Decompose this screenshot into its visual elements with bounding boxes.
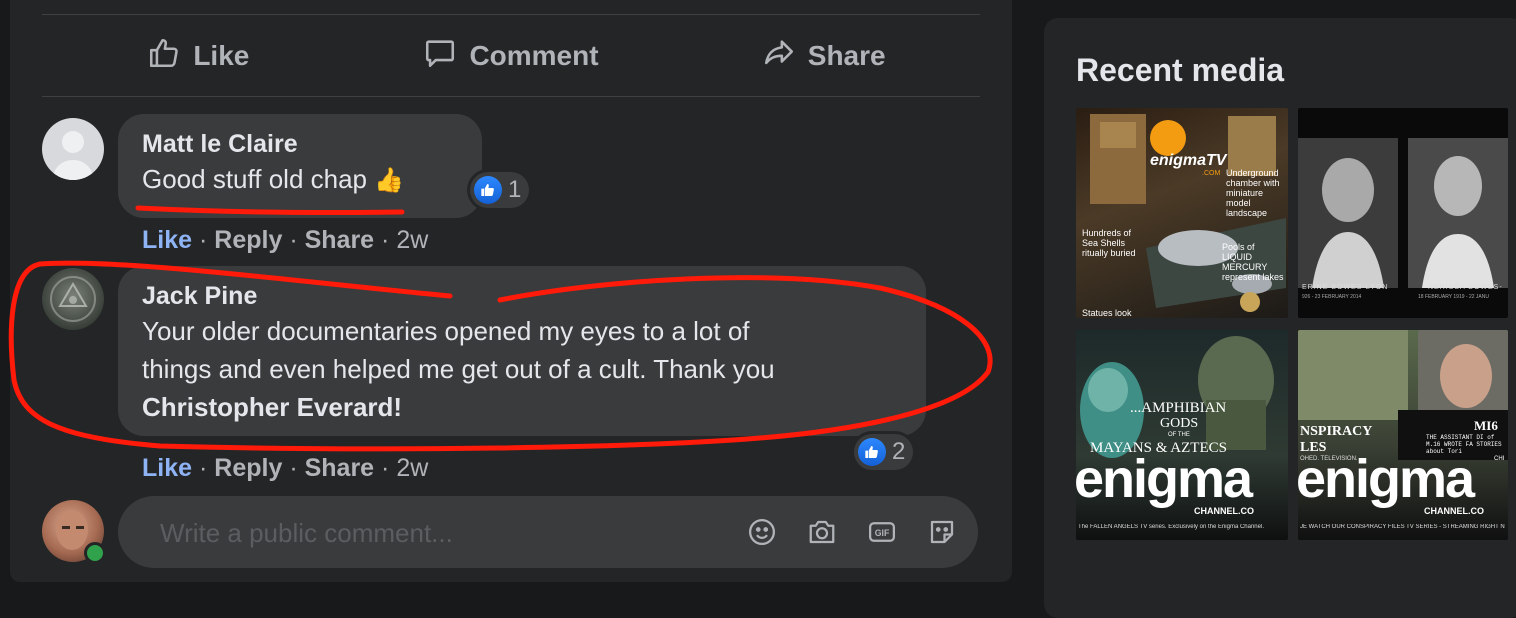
thumbnail-logo: enigmaTV xyxy=(1150,152,1227,169)
reaction-count: 2 xyxy=(892,438,906,465)
comment-bubble: Jack Pine Your older documentaries opene… xyxy=(118,266,926,436)
media-thumbnail[interactable]: enigmaTV .COM Underground chamber with m… xyxy=(1076,108,1288,318)
comment-reply-link[interactable]: Reply xyxy=(214,454,282,482)
emblem-icon xyxy=(50,276,96,322)
comment-share-link[interactable]: Share xyxy=(305,226,374,254)
camera-icon[interactable] xyxy=(804,514,840,550)
commenter-avatar-emblem[interactable] xyxy=(42,268,104,330)
comment-reply-link[interactable]: Reply xyxy=(214,226,282,254)
share-button[interactable]: Share xyxy=(667,16,980,96)
person-silhouette-icon xyxy=(52,131,94,180)
comment-button[interactable]: Comment xyxy=(355,16,668,96)
comment-input[interactable] xyxy=(158,496,722,570)
comment-like-link[interactable]: Like xyxy=(142,226,192,254)
comment-reaction-count[interactable]: 1 xyxy=(470,172,530,208)
comment-bubble: Matt le Claire Good stuff old chap 👍 xyxy=(118,114,482,218)
actions-divider xyxy=(42,96,980,97)
mentioned-user-link[interactable]: Christopher Everard xyxy=(142,392,393,422)
comment-text: Good stuff old chap 👍 xyxy=(142,164,405,194)
share-button-label: Share xyxy=(807,40,886,71)
comment-button-label: Comment xyxy=(469,40,599,71)
thumbs-up-icon xyxy=(147,36,181,77)
comment-reaction-count[interactable]: 2 xyxy=(854,434,914,470)
media-thumbnail[interactable]: ERINE BOWES-LYON 926 - 23 FEBRUARY 2014 … xyxy=(1298,108,1508,318)
like-reaction-icon xyxy=(474,176,502,204)
media-thumbnail[interactable]: NSPIRACY LES OHED. TELEVISION. MI6 THE A… xyxy=(1298,330,1508,540)
comment-timestamp[interactable]: 2w xyxy=(396,226,428,254)
like-button[interactable]: Like xyxy=(42,16,355,96)
thumbs-up-emoji: 👍 xyxy=(374,167,405,194)
comment-text: Your older documentaries opened my eyes … xyxy=(142,316,775,422)
sticker-icon[interactable] xyxy=(924,514,960,550)
comment-composer: GIF xyxy=(118,496,978,570)
media-thumbnail[interactable]: ...AMPHIBIAN GODS OF THE MAYANS & AZTECS… xyxy=(1076,330,1288,540)
post-action-bar: Like Comment Share xyxy=(42,16,980,96)
like-reaction-icon xyxy=(858,438,886,466)
comment-share-link[interactable]: Share xyxy=(305,454,374,482)
commenter-avatar-default[interactable] xyxy=(42,118,104,180)
recent-media-title: Recent media xyxy=(1076,52,1285,88)
gif-icon[interactable]: GIF xyxy=(864,514,900,550)
reaction-count: 1 xyxy=(508,176,522,203)
share-arrow-icon xyxy=(762,36,796,77)
comment-actions: Like · Reply · Share · 2w xyxy=(142,226,429,254)
like-button-label: Like xyxy=(193,40,250,71)
emoji-icon[interactable] xyxy=(744,514,780,550)
top-divider xyxy=(42,14,980,15)
comment-author[interactable]: Matt le Claire xyxy=(142,128,458,160)
comment-timestamp[interactable]: 2w xyxy=(396,454,428,482)
comment-actions: Like · Reply · Share · 2w xyxy=(142,454,429,482)
svg-text:GIF: GIF xyxy=(875,528,890,538)
online-status-dot xyxy=(84,542,106,564)
speech-bubble-icon xyxy=(423,36,457,77)
current-user-avatar[interactable] xyxy=(42,500,106,564)
comment-like-link[interactable]: Like xyxy=(142,454,192,482)
comment-author[interactable]: Jack Pine xyxy=(142,280,902,312)
